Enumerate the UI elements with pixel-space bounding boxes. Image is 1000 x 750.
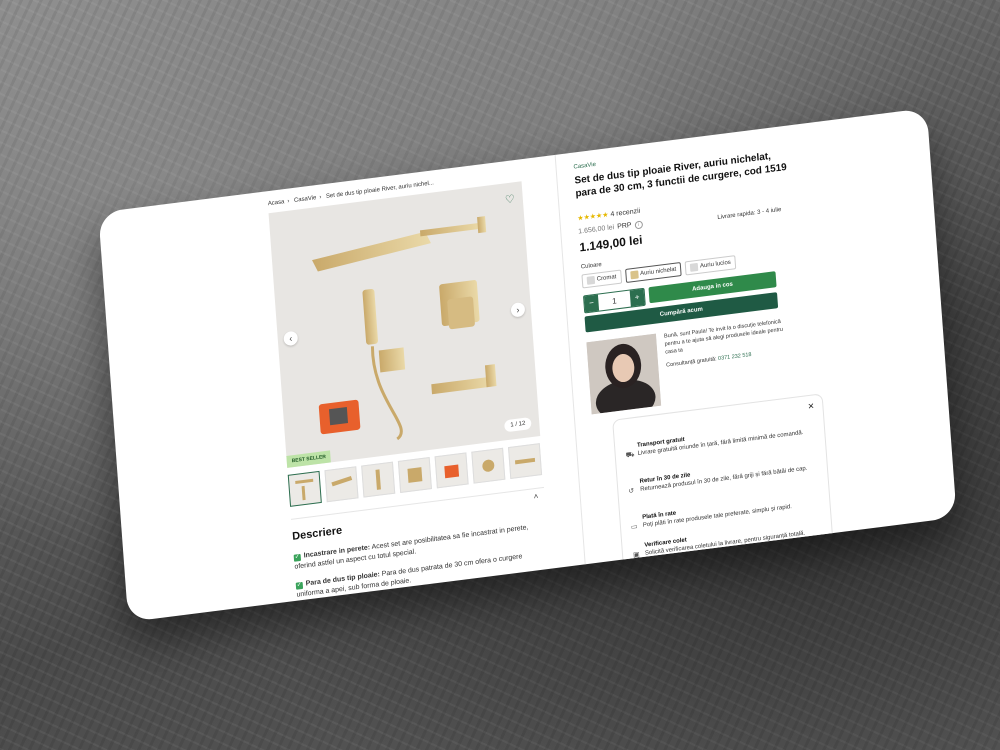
collapse-chevron-icon[interactable]: ˄ — [533, 492, 538, 502]
thumbnail-5[interactable] — [434, 452, 469, 489]
wishlist-heart-icon[interactable]: ♡ — [505, 192, 516, 206]
color-label: Culoare — [580, 261, 602, 271]
agent-avatar — [586, 333, 662, 415]
color-swatch — [629, 270, 639, 280]
old-price: 1.656,00 lei — [578, 224, 615, 236]
close-icon[interactable]: ✕ — [807, 401, 814, 411]
agent-message: Bună, sunt Paula! Te invit la o discuție… — [663, 318, 784, 356]
truck-icon: ⛟ — [625, 451, 635, 460]
benefits-panel: ✕ ⛟ Transport gratuit Livrare gratuită ori… — [612, 393, 835, 582]
check-icon: ✓ — [295, 581, 304, 590]
color-swatch — [586, 275, 596, 285]
thumbnail-2[interactable] — [324, 466, 359, 503]
thumbnail-4[interactable] — [397, 456, 432, 493]
product-title: Set de dus tip ploaie River, auriu niche… — [574, 150, 788, 200]
star-icons: ★★★★★ — [577, 211, 609, 223]
color-option-auriu-nichelat[interactable]: Auriu nichelat — [624, 261, 682, 284]
delivery-estimate: Livrare rapida: 3 - 4 iulie — [717, 206, 782, 222]
product-page-card: Acasa › CasaVie › Set de dus tip ploaie Ri… — [98, 107, 957, 623]
rating[interactable]: ★★★★★4 recenzii — [577, 207, 640, 223]
prp-label: PRP — [616, 221, 632, 231]
current-price: 1.149,00 lei — [578, 232, 643, 255]
thumbnail-3[interactable] — [361, 461, 396, 498]
quantity-minus-button[interactable]: − — [584, 294, 600, 313]
product-gallery-column: Acasa › CasaVie › Set de dus tip ploaie Ri… — [267, 157, 565, 622]
check-icon: ✓ — [297, 609, 306, 618]
breadcrumb-brand[interactable]: CasaVie — [294, 195, 317, 204]
color-option-auriu-lucios[interactable]: Auriu lucios — [684, 255, 737, 276]
card-icon: ▭ — [630, 523, 638, 532]
thumbnail-7[interactable] — [507, 443, 543, 480]
product-info-column: CasaVie Set de dus tip ploaie River, aur… — [572, 111, 929, 582]
benefit-item: ↺ Retur în 30 de zile Returnează produsul … — [628, 465, 808, 496]
check-icon: ✓ — [293, 553, 302, 562]
return-icon: ↺ — [628, 487, 635, 496]
benefit-item: ⛟ Transport gratuit Livrare gratuită oriun… — [625, 429, 804, 460]
description-title: Descriere — [291, 524, 343, 543]
thumbnail-6[interactable] — [471, 447, 506, 484]
info-icon[interactable]: i — [634, 220, 643, 230]
agent-phone-link[interactable]: 0371 232 518 — [718, 352, 752, 362]
quantity-input[interactable]: 1 — [607, 295, 622, 306]
color-option-cromat[interactable]: Cromat — [581, 269, 622, 289]
main-product-image[interactable]: ♡ ‹ › 1 / 12 BEST SELLER — [268, 181, 541, 468]
thumbnail-1[interactable] — [287, 470, 322, 507]
agent-photo — [586, 333, 662, 415]
breadcrumb-home[interactable]: Acasa — [268, 199, 285, 207]
color-swatch — [689, 262, 699, 272]
package-icon: ▣ — [632, 551, 640, 560]
quantity-plus-button[interactable]: + — [629, 288, 645, 307]
brand-link[interactable]: CasaVie — [573, 162, 596, 171]
review-count: 4 recenzii — [610, 207, 641, 219]
shower-set-image — [312, 216, 497, 441]
